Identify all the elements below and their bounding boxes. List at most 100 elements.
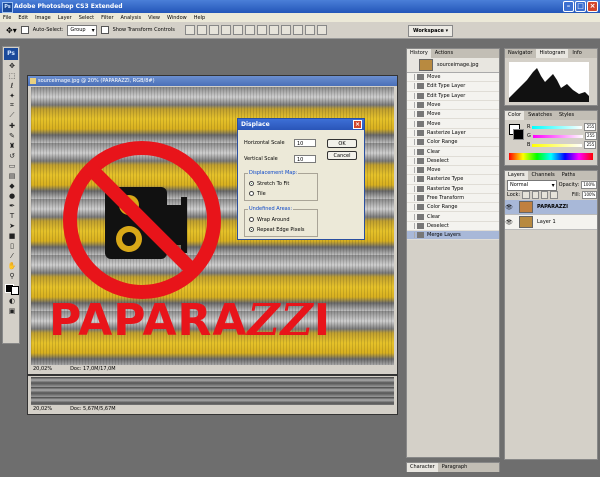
color-ramp[interactable] — [509, 153, 593, 160]
auto-select-dropdown[interactable]: Group — [67, 24, 97, 36]
green-slider[interactable] — [532, 134, 583, 138]
red-slider[interactable] — [532, 125, 583, 129]
zoom-level[interactable]: 20,02% — [33, 365, 52, 374]
tab-navigator[interactable]: Navigator — [505, 49, 536, 58]
tab-color[interactable]: Color — [505, 111, 525, 120]
align-hcenter-icon[interactable] — [232, 25, 243, 35]
distribute-bottom-icon[interactable] — [280, 25, 291, 35]
history-item[interactable]: Rasterize Type — [407, 175, 499, 185]
menu-select[interactable]: Select — [79, 15, 94, 21]
layer-row-paparazzi[interactable]: 👁 PAPARAZZI — [505, 200, 597, 215]
history-item[interactable]: Deselect — [407, 222, 499, 232]
history-brush-source-icon[interactable] — [407, 102, 415, 109]
history-item[interactable]: Move — [407, 166, 499, 176]
dialog-close-icon[interactable]: × — [353, 120, 362, 129]
dodge-tool-icon[interactable]: ● — [5, 191, 19, 200]
background-color-swatch[interactable] — [513, 129, 524, 140]
history-brush-source-icon[interactable] — [407, 185, 415, 192]
history-brush-source-icon[interactable] — [407, 148, 415, 155]
maximize-button[interactable]: □ — [575, 1, 586, 12]
history-item[interactable]: Color Range — [407, 203, 499, 213]
menu-view[interactable]: View — [148, 15, 160, 21]
menu-image[interactable]: Image — [35, 15, 51, 21]
history-brush-source-icon[interactable] — [407, 204, 415, 211]
blue-value[interactable]: 255 — [584, 141, 597, 149]
path-select-icon[interactable]: ➤ — [5, 221, 19, 230]
menu-file[interactable]: File — [3, 15, 11, 21]
history-brush-source-icon[interactable] — [407, 157, 415, 164]
eraser-tool-icon[interactable]: ▭ — [5, 161, 19, 170]
workspace-button[interactable]: Workspace ▾ — [408, 25, 454, 37]
fill-value[interactable]: 100% — [582, 191, 597, 199]
history-item[interactable]: Move — [407, 101, 499, 111]
dialog-title-bar[interactable]: Displace × — [238, 119, 364, 130]
menu-analysis[interactable]: Analysis — [121, 15, 142, 21]
history-brush-source-icon[interactable] — [407, 129, 415, 136]
green-value[interactable]: 255 — [584, 132, 597, 140]
quick-mask-icon[interactable]: ◐ — [5, 296, 19, 305]
history-brush-source-icon[interactable] — [407, 120, 415, 127]
menu-edit[interactable]: Edit — [18, 15, 28, 21]
crop-tool-icon[interactable]: ⌗ — [5, 101, 19, 110]
eye-icon[interactable]: 👁 — [505, 219, 513, 226]
document-window-2[interactable]: 20,02% Doc: 5,67M/5,67M — [27, 375, 398, 415]
move-tool-icon[interactable]: ✥▾ — [6, 26, 17, 35]
stretch-to-fit-radio[interactable] — [249, 181, 254, 186]
align-right-icon[interactable] — [244, 25, 255, 35]
align-top-icon[interactable] — [184, 25, 195, 35]
history-item[interactable]: Free Transform — [407, 194, 499, 204]
history-snapshot[interactable]: sourceimage.jpg — [407, 58, 499, 73]
history-item[interactable]: Deselect — [407, 157, 499, 166]
history-item[interactable]: Merge Layers — [407, 231, 499, 241]
brush-tool-icon[interactable]: ✎ — [5, 131, 19, 140]
history-brush-source-icon[interactable] — [407, 92, 415, 99]
history-item[interactable]: Edit Type Layer — [407, 82, 499, 92]
clone-stamp-icon[interactable]: ♜ — [5, 141, 19, 150]
red-value[interactable]: 255 — [584, 123, 597, 131]
healing-brush-icon[interactable]: ✚ — [5, 121, 19, 130]
tab-swatches[interactable]: Swatches — [525, 111, 555, 120]
history-brush-source-icon[interactable] — [407, 213, 415, 220]
history-item[interactable]: Move — [407, 73, 499, 83]
menu-layer[interactable]: Layer — [58, 15, 72, 21]
menu-help[interactable]: Help — [194, 15, 205, 21]
tab-histogram[interactable]: Histogram — [536, 49, 569, 58]
history-item[interactable]: Move — [407, 110, 499, 120]
move-tool-icon[interactable]: ✥ — [5, 61, 19, 70]
tab-actions[interactable]: Actions — [431, 49, 457, 58]
tab-info[interactable]: Info — [569, 49, 585, 58]
magic-wand-icon[interactable]: ✦ — [5, 91, 19, 100]
history-brush-source-icon[interactable] — [407, 195, 415, 201]
marquee-tool-icon[interactable]: ⬚ — [5, 71, 19, 80]
hand-tool-icon[interactable]: ✋ — [5, 261, 19, 270]
distribute-vcenter-icon[interactable] — [268, 25, 279, 35]
lock-transparent-icon[interactable] — [522, 191, 530, 199]
eyedropper-icon[interactable]: ⁄ — [5, 251, 19, 260]
lock-all-icon[interactable] — [550, 191, 558, 199]
shape-tool-icon[interactable]: ■ — [5, 231, 19, 240]
history-brush-source-icon[interactable] — [407, 167, 415, 174]
history-brush-source-icon[interactable] — [407, 83, 415, 90]
history-brush-source-icon[interactable] — [407, 74, 415, 81]
vertical-scale-input[interactable]: 10 — [294, 155, 316, 163]
history-brush-source-icon[interactable] — [407, 222, 415, 229]
gradient-tool-icon[interactable]: ▤ — [5, 171, 19, 180]
tab-styles[interactable]: Styles — [555, 111, 578, 120]
wrap-around-radio[interactable] — [249, 217, 254, 222]
history-brush-source-icon[interactable] — [407, 139, 415, 146]
zoom-tool-icon[interactable]: ⚲ — [5, 271, 19, 280]
lock-image-icon[interactable] — [531, 191, 539, 199]
show-transform-checkbox[interactable] — [100, 26, 109, 34]
tab-history[interactable]: History — [407, 49, 431, 58]
cancel-button[interactable]: Cancel — [327, 151, 357, 160]
horizontal-scale-input[interactable]: 10 — [294, 139, 316, 147]
eye-icon[interactable]: 👁 — [505, 204, 513, 211]
tab-paths[interactable]: Paths — [558, 171, 579, 180]
history-item[interactable]: Clear — [407, 212, 499, 222]
lasso-tool-icon[interactable]: ℓ — [5, 81, 19, 90]
ok-button[interactable]: OK — [327, 139, 357, 148]
distribute-right-icon[interactable] — [316, 25, 327, 35]
blue-slider[interactable] — [532, 143, 583, 147]
image-canvas-2[interactable] — [31, 377, 394, 406]
menu-window[interactable]: Window — [167, 15, 187, 21]
